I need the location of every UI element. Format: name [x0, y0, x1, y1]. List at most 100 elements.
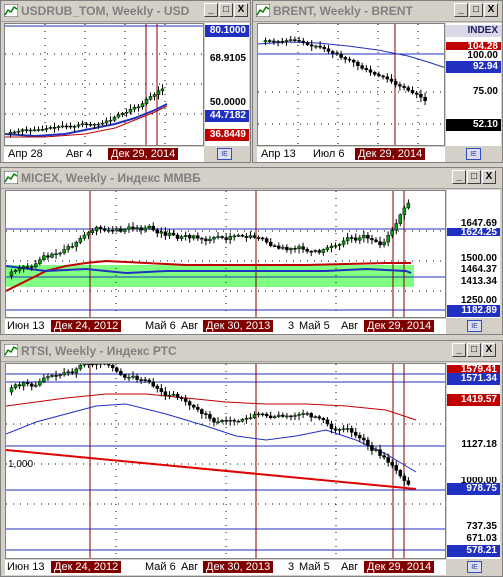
rtsi-plot-area[interactable]: 1,000: [5, 363, 446, 559]
candle-body: [139, 227, 143, 231]
candle-body: [106, 364, 111, 366]
candle-body: [70, 371, 74, 374]
rtsi-chart-window[interactable]: RTSI, Weekly - Индекс РТС _ □ X 1,000 15…: [0, 340, 503, 577]
price-label: 737.35: [447, 521, 500, 533]
maximize-button[interactable]: □: [219, 3, 233, 17]
candle-body: [54, 253, 58, 255]
window-title: RTSI, Weekly - Индекс РТС: [21, 344, 177, 358]
candle-body: [321, 249, 326, 253]
close-button[interactable]: X: [482, 170, 496, 184]
candle-body: [402, 207, 407, 215]
candle-body: [232, 419, 236, 422]
candle-body: [32, 129, 37, 132]
candle-body: [9, 387, 14, 393]
candle-body: [30, 383, 34, 387]
minimize-button[interactable]: _: [452, 343, 466, 357]
candle-body: [345, 428, 350, 430]
maximize-button[interactable]: □: [467, 343, 481, 357]
candle-body: [341, 428, 346, 430]
date-label: Июл 6: [313, 148, 345, 160]
candle-body: [212, 237, 216, 240]
usdrub-chart-window[interactable]: USDRUB_TOM, Weekly - USD _ □ X 80.1000 6…: [0, 0, 251, 163]
close-button[interactable]: X: [484, 3, 498, 17]
candle-body: [341, 240, 346, 245]
candle-body: [62, 372, 66, 376]
candle-body: [284, 40, 289, 42]
auto-scroll-toggle[interactable]: IE: [467, 561, 482, 573]
candle-body: [382, 455, 386, 458]
price-label: 1182.89: [447, 305, 500, 317]
candle-body: [280, 40, 285, 43]
candle-body: [273, 416, 277, 419]
minimize-button[interactable]: _: [452, 170, 466, 184]
usdrub-price-axis: 80.1000 68.9105 50.0000 44.7182 36.8449: [205, 23, 249, 146]
candle-body: [268, 241, 273, 247]
date-label: Дек 30, 2013: [203, 320, 274, 332]
candle-body: [200, 409, 204, 414]
candle-body: [276, 40, 280, 43]
candle-body: [256, 413, 261, 416]
candle-body: [179, 236, 184, 239]
left-axis-label: 1,000: [8, 459, 34, 470]
maximize-button[interactable]: □: [469, 3, 483, 17]
candle-body: [232, 235, 236, 238]
maximize-button[interactable]: □: [467, 170, 481, 184]
rtsi-price-chart: [6, 364, 445, 558]
candle-body: [131, 226, 135, 230]
auto-scroll-toggle[interactable]: IE: [466, 148, 481, 160]
rtsi-titlebar[interactable]: RTSI, Weekly - Индекс РТС _ □ X: [1, 341, 502, 362]
candle-body: [354, 237, 358, 241]
candle-body: [322, 47, 327, 50]
minimize-button[interactable]: _: [204, 3, 218, 17]
brent-chart-window[interactable]: BRENT, Weekly - BRENT _ □ X INDEX 104.28…: [252, 0, 503, 163]
close-button[interactable]: X: [482, 343, 496, 357]
candle-body: [264, 238, 269, 243]
price-label: 75.00: [472, 86, 498, 97]
micex-plot-area[interactable]: [5, 190, 446, 318]
candle-body: [167, 232, 172, 236]
candle-body: [381, 75, 385, 78]
usdrub-titlebar[interactable]: USDRUB_TOM, Weekly - USD _ □ X: [1, 1, 250, 22]
candle-body: [46, 376, 50, 379]
candle-body: [309, 44, 314, 47]
candle-body: [66, 371, 70, 374]
candle-body: [398, 84, 402, 87]
candle-body: [21, 382, 26, 387]
candle-body: [25, 266, 30, 268]
auto-scroll-toggle[interactable]: IE: [467, 320, 482, 332]
candle-body: [72, 126, 77, 128]
auto-scroll-toggle[interactable]: IE: [217, 148, 232, 160]
price-label: 578.21: [447, 545, 500, 557]
rtsi-price-axis: 1579.41 1571.34 1419.57 1127.18 1000.00 …: [447, 363, 500, 559]
micex-chart-window[interactable]: MICEX, Weekly - Индекс ММВБ _ □ X 1647.6…: [0, 167, 503, 335]
date-label: Май 5: [299, 320, 330, 332]
minimize-button[interactable]: _: [454, 3, 468, 17]
price-label: 1413.34: [447, 276, 500, 288]
usdrub-plot-area[interactable]: [4, 23, 204, 146]
candle-body: [390, 230, 394, 236]
candle-body: [115, 228, 119, 231]
candle-body: [34, 384, 38, 387]
trendline: [6, 449, 417, 490]
candle-body: [143, 379, 147, 381]
candle-body: [120, 112, 125, 115]
candle-body: [362, 234, 366, 239]
candle-body: [386, 457, 390, 463]
close-button[interactable]: X: [234, 3, 248, 17]
candle-body: [377, 74, 381, 77]
candle-body: [167, 394, 172, 397]
candle-body: [192, 235, 196, 239]
candle-body: [345, 237, 350, 242]
candle-body: [119, 370, 123, 376]
brent-plot-area[interactable]: [257, 23, 445, 146]
price-label: 1624.25: [447, 228, 500, 236]
candle-body: [94, 226, 99, 231]
candle-body: [13, 384, 18, 388]
candle-body: [337, 244, 342, 246]
brent-titlebar[interactable]: BRENT, Weekly - BRENT _ □ X: [253, 1, 502, 22]
micex-titlebar[interactable]: MICEX, Weekly - Индекс ММВБ _ □ X: [1, 168, 502, 189]
candle-body: [305, 249, 309, 252]
candle-body: [34, 263, 38, 268]
candle-body: [58, 252, 62, 255]
candle-body: [325, 247, 330, 250]
